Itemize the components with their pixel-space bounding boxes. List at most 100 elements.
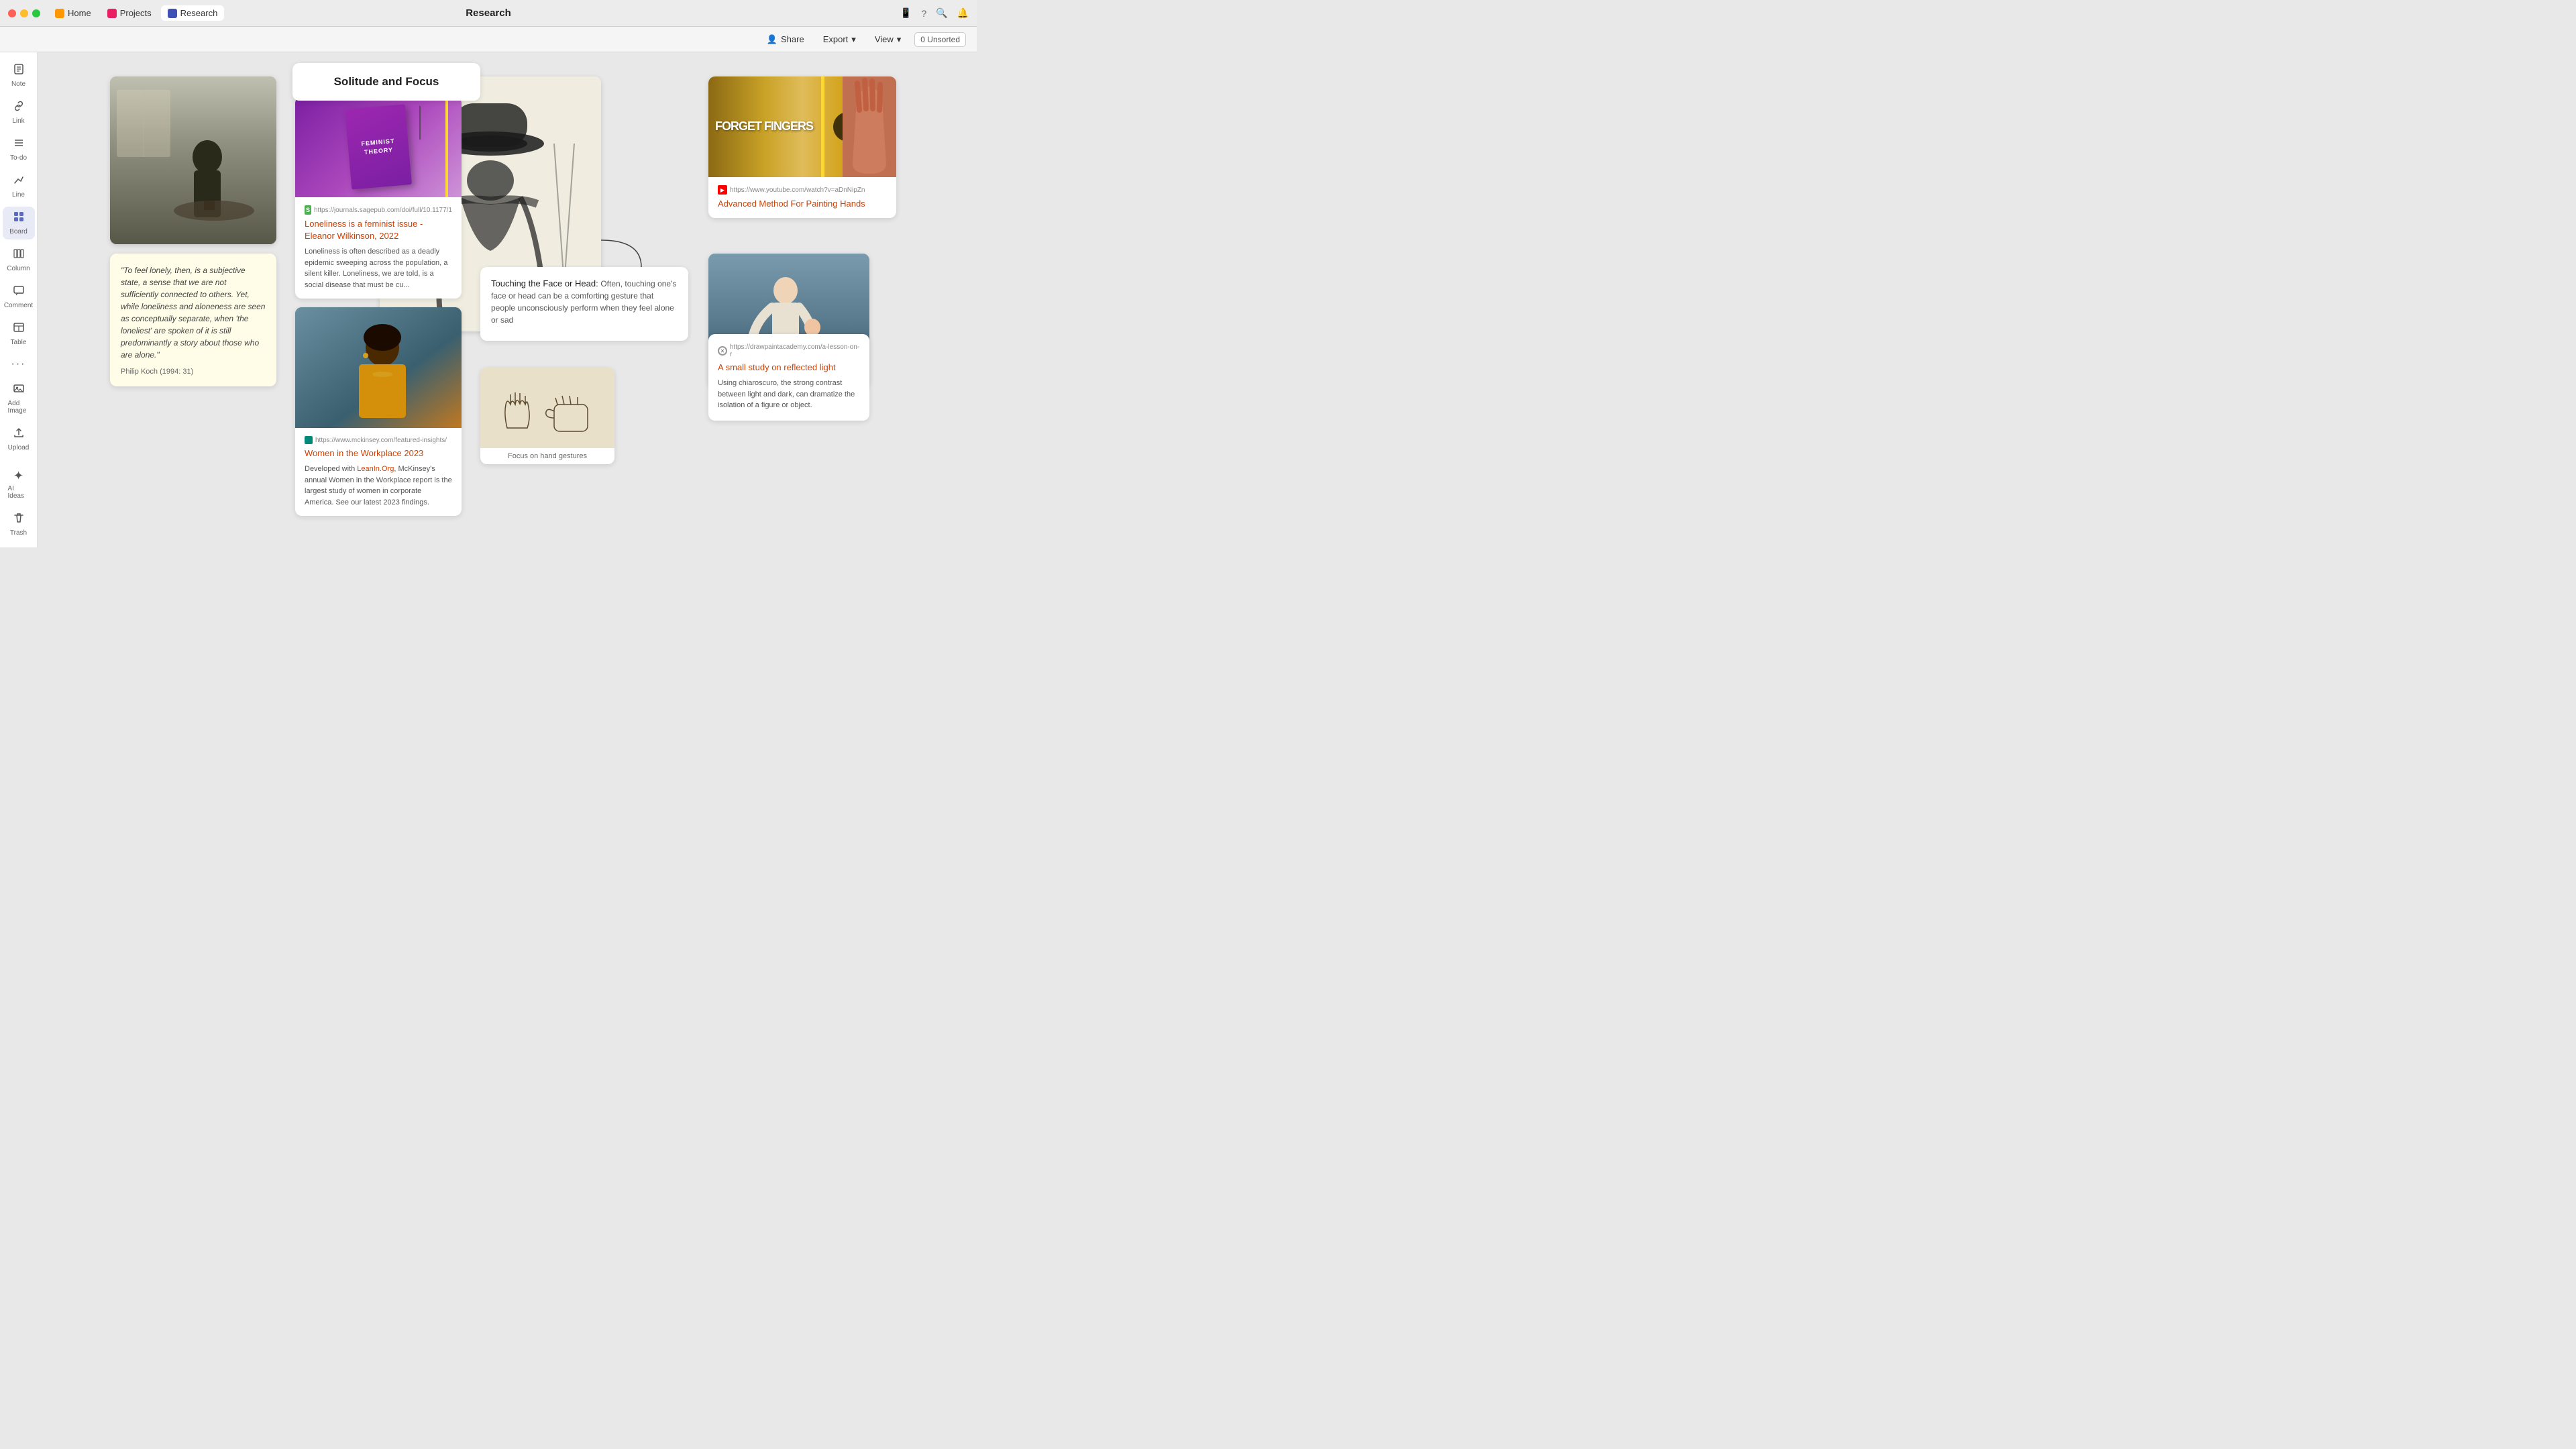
solitude-header-card: Solitude and Focus [292,63,480,101]
line-icon [13,174,25,189]
add-image-label: Add Image [8,400,30,415]
todo-icon [13,137,25,152]
solitude-title: Solitude and Focus [309,75,464,89]
reflected-url: ✕ https://drawpaintacademy.com/a-lesson-… [718,343,860,358]
comment-icon [13,284,25,300]
youtube-icon: ▶ [718,185,727,195]
sidebar-item-trash[interactable]: Trash [3,508,35,541]
woman-image [295,307,462,428]
mckinsey-icon [305,436,313,444]
sidebar-item-ai-ideas[interactable]: ✦ AI Ideas [3,465,35,504]
painting-card[interactable] [110,76,276,244]
feminist-card-content: S https://journals.sagepub.com/doi/full/… [295,197,462,299]
column-label: Column [7,265,30,272]
chevron-down-icon: ▾ [851,34,856,45]
sidebar-item-note[interactable]: Note [3,59,35,92]
reflected-link[interactable]: A small study on reflected light [718,362,836,372]
upload-label: Upload [8,444,30,451]
quote-text: "To feel lonely, then, is a subjective s… [121,264,266,361]
youtube-overlay-text: FORGET FINGERS [715,120,813,133]
youtube-link[interactable]: Advanced Method For Painting Hands [718,199,865,209]
feminist-url: S https://journals.sagepub.com/doi/full/… [305,205,452,215]
feminist-theory-card[interactable]: FEMINIST THEORY S https://journals.sagep… [295,97,462,299]
add-image-icon [13,382,25,398]
view-label: View [875,34,894,44]
sidebar-item-todo[interactable]: To-do [3,133,35,166]
hand-sketch-card[interactable]: Focus on hand gestures [480,368,614,464]
research-tab-label: Research [180,8,218,18]
share-button[interactable]: 👤 Share [761,32,810,47]
sidebar-item-more[interactable]: ··· [3,354,35,374]
tab-projects[interactable]: Projects [101,5,158,21]
chevron-down-icon: ▾ [897,34,902,45]
quote-author: Philip Koch (1994: 31) [121,368,266,376]
export-label: Export [823,34,849,44]
yt-accent-line [821,76,824,177]
youtube-url: ▶ https://www.youtube.com/watch?v=aDnNip… [718,185,887,195]
help-icon[interactable]: ? [921,8,926,19]
notifications-icon[interactable]: 🔔 [957,7,969,19]
share-icon: 👤 [767,34,777,45]
touch-card: Touching the Face or Head: Often, touchi… [480,267,688,341]
youtube-thumbnail: FORGET FINGERS ▶ [708,76,896,177]
hand-image [480,368,614,448]
sidebar-item-column[interactable]: Column [3,244,35,276]
drawpaint-icon: ✕ [718,346,727,356]
traffic-lights [8,9,40,17]
workplace-desc: Developed with LeanIn.Org, McKinsey's an… [305,464,452,508]
projects-tab-label: Projects [120,8,152,18]
sidebar-item-board[interactable]: Board [3,207,35,239]
minimize-button[interactable] [20,9,28,17]
sidebar: Note Link To-do Line Board [0,52,38,547]
maximize-button[interactable] [32,9,40,17]
view-button[interactable]: View ▾ [869,32,906,47]
youtube-card[interactable]: FORGET FINGERS ▶ [708,76,896,218]
unsorted-badge[interactable]: 0 Unsorted [914,32,966,47]
main-layout: Note Link To-do Line Board [0,52,977,547]
touch-title: Touching the Face or Head: Often, touchi… [491,278,678,326]
close-button[interactable] [8,9,16,17]
hand-preview [843,76,896,177]
research-tab-icon [168,9,177,18]
reflected-light-card[interactable]: ✕ https://drawpaintacademy.com/a-lesson-… [708,334,869,421]
sidebar-item-link[interactable]: Link [3,96,35,129]
sidebar-item-comment[interactable]: Comment [3,280,35,313]
trash-label: Trash [10,529,27,537]
canvas[interactable]: Solitude and Focus [38,52,977,547]
workplace-url: https://www.mckinsey.com/featured-insigh… [305,436,452,444]
comment-label: Comment [4,302,33,309]
search-icon[interactable]: 🔍 [936,7,947,19]
book-image: FEMINIST THEORY [295,97,462,197]
home-tab-icon [55,9,64,18]
note-label: Note [11,80,25,88]
devices-icon[interactable]: 📱 [900,7,912,19]
sidebar-item-table[interactable]: Table [3,317,35,350]
ai-ideas-label: AI Ideas [8,485,30,500]
note-icon [13,63,25,78]
export-button[interactable]: Export ▾ [818,32,861,47]
titlebar: Home Projects Research Research 📱 ? 🔍 🔔 [0,0,977,27]
workplace-link[interactable]: Women in the Workplace 2023 [305,448,423,458]
ai-ideas-icon: ✦ [13,469,23,483]
source-icon: S [305,205,311,215]
women-workplace-card[interactable]: https://www.mckinsey.com/featured-insigh… [295,307,462,516]
book-cover: FEMINIST THEORY [345,104,412,189]
more-icon: ··· [11,358,26,370]
table-label: Table [11,339,27,346]
feminist-link[interactable]: Loneliness is a feminist issue - Eleanor… [305,219,423,241]
leanin-link[interactable]: LeanIn.Org [357,465,394,473]
link-icon [13,100,25,115]
sidebar-item-upload[interactable]: Upload [3,423,35,455]
sidebar-item-line[interactable]: Line [3,170,35,203]
sidebar-item-add-image[interactable]: Add Image [3,378,35,419]
tab-research[interactable]: Research [161,5,225,21]
youtube-card-content: ▶ https://www.youtube.com/watch?v=aDnNip… [708,177,896,218]
painting-image [110,76,276,244]
book-stripe [445,97,448,197]
board-icon [13,211,25,226]
projects-tab-icon [107,9,117,18]
hand-sketch-caption: Focus on hand gestures [480,448,614,464]
share-label: Share [781,34,804,44]
tab-home[interactable]: Home [48,5,98,21]
todo-label: To-do [10,154,27,162]
